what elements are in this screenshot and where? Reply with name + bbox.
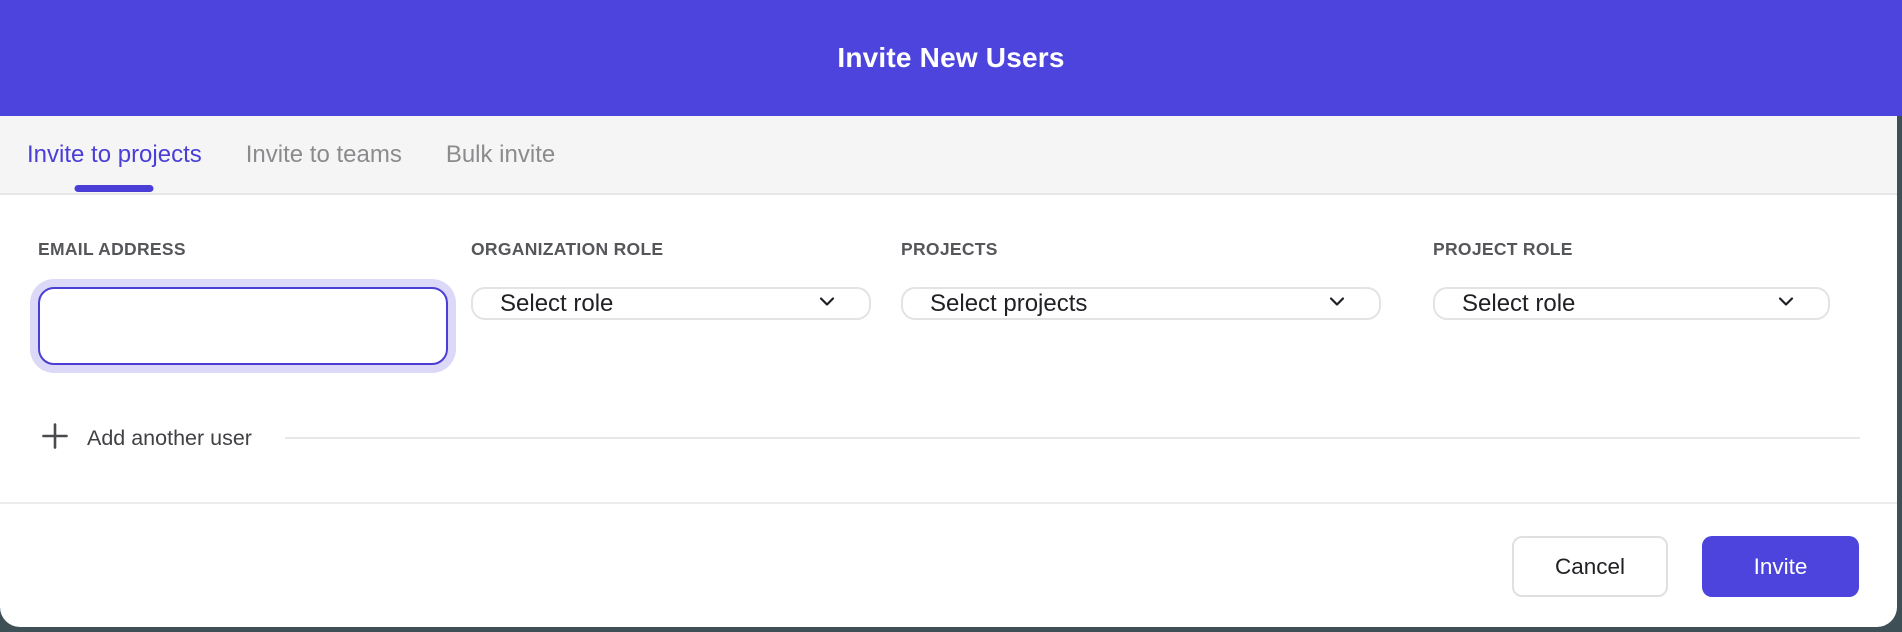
email-field-group: EMAIL ADDRESS [38,239,448,365]
add-another-user-row: Add another user [40,422,1860,454]
page-backdrop: { "modal": { "title": "Invite New Users"… [0,0,1902,632]
select-value: Select role [500,290,613,318]
select-value: Select role [1462,290,1575,318]
add-another-user-label: Add another user [87,426,252,451]
project-role-select[interactable]: Select role [1433,287,1830,320]
select-value: Select projects [930,290,1087,318]
organization-role-select[interactable]: Select role [471,287,871,320]
tab-invite-to-projects[interactable]: Invite to projects [27,116,202,193]
projects-label: PROJECTS [901,239,1381,259]
tab-label: Invite to projects [27,141,202,169]
chevron-down-icon [1325,289,1349,318]
chevron-down-icon [1774,289,1798,318]
chevron-down-icon [815,289,839,318]
modal-title: Invite New Users [837,42,1064,74]
modal-header: Invite New Users [0,0,1902,116]
active-tab-indicator [75,185,154,192]
tab-bar: Invite to projects Invite to teams Bulk … [0,116,1897,195]
organization-role-label: ORGANIZATION ROLE [471,239,871,259]
tab-invite-to-teams[interactable]: Invite to teams [246,116,402,193]
add-another-user-link[interactable]: Add another user [40,421,252,456]
cancel-button[interactable]: Cancel [1512,536,1668,597]
divider-line [285,437,1860,439]
email-address-label: EMAIL ADDRESS [38,239,448,259]
projects-field-group: PROJECTS Select projects [901,239,1381,320]
projects-select[interactable]: Select projects [901,287,1381,320]
tab-label: Invite to teams [246,141,402,169]
invite-button[interactable]: Invite [1702,536,1859,597]
email-input[interactable] [38,287,448,365]
tab-label: Bulk invite [446,141,555,169]
tab-bulk-invite[interactable]: Bulk invite [446,116,555,193]
project-role-field-group: PROJECT ROLE Select role [1433,239,1830,320]
organization-role-field-group: ORGANIZATION ROLE Select role [471,239,871,320]
invite-users-modal: Invite to projects Invite to teams Bulk … [0,116,1897,627]
footer-divider [0,502,1897,504]
plus-icon [40,421,70,456]
project-role-label: PROJECT ROLE [1433,239,1830,259]
